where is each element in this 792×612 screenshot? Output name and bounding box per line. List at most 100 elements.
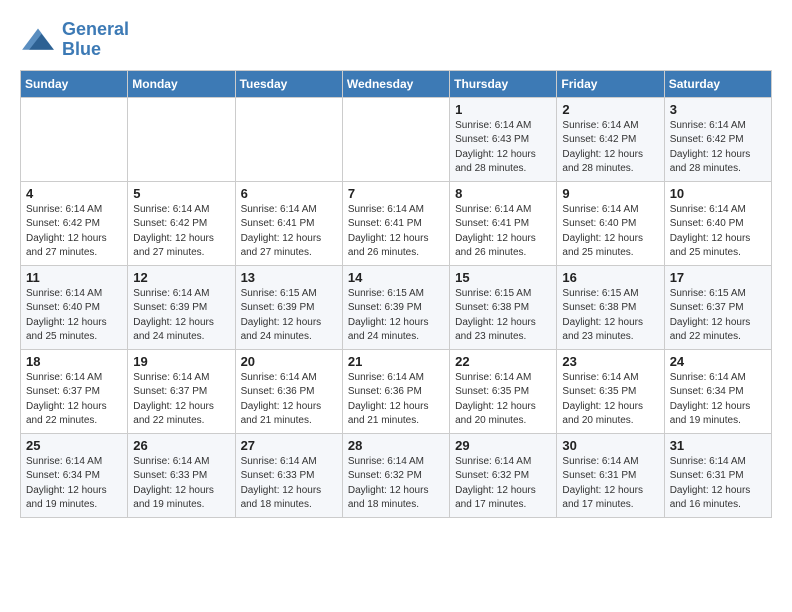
calendar-cell: 25 Sunrise: 6:14 AMSunset: 6:34 PMDayligh…: [21, 433, 128, 517]
day-number: 26: [133, 438, 229, 453]
day-info: Sunrise: 6:15 AMSunset: 6:37 PMDaylight:…: [670, 287, 766, 345]
calendar-cell: 19Sunrise: 6:14 AMSunset: 6:37 PMDayligh…: [128, 349, 235, 433]
calendar-cell: 21 Sunrise: 6:14 AMSunset: 6:36 PMDayligh…: [342, 349, 449, 433]
day-info: Sunrise: 6:15 AMSunset: 6:38 PMDaylight:…: [562, 287, 658, 345]
day-number: 31: [670, 438, 766, 453]
day-info: Sunrise: 6:14 AMSunset: 6:40 PMDaylight:…: [562, 203, 658, 261]
day-number: 27: [241, 438, 337, 453]
calendar-cell: [21, 97, 128, 181]
day-number: 9: [562, 186, 658, 201]
calendar-cell: 6 Sunrise: 6:14 AMSunset: 6:41 PMDaylight…: [235, 181, 342, 265]
day-info: Sunrise: 6:14 AMSunset: 6:31 PMDaylight:…: [670, 455, 766, 513]
col-header-saturday: Saturday: [664, 70, 771, 97]
day-number: 15: [455, 270, 551, 285]
calendar-cell: 31 Sunrise: 6:14 AMSunset: 6:31 PMDayligh…: [664, 433, 771, 517]
logo-text: General Blue: [62, 20, 129, 60]
col-header-sunday: Sunday: [21, 70, 128, 97]
calendar-cell: 15 Sunrise: 6:15 AMSunset: 6:38 PMDayligh…: [450, 265, 557, 349]
calendar-cell: 13 Sunrise: 6:15 AMSunset: 6:39 PMDayligh…: [235, 265, 342, 349]
day-info: Sunrise: 6:14 AMSunset: 6:33 PMDaylight:…: [241, 455, 337, 513]
day-number: 30: [562, 438, 658, 453]
day-number: 17: [670, 270, 766, 285]
calendar-cell: 12 Sunrise: 6:14 AMSunset: 6:39 PMDayligh…: [128, 265, 235, 349]
day-number: 24: [670, 354, 766, 369]
week-row-2: 4 Sunrise: 6:14 AMSunset: 6:42 PMDaylight…: [21, 181, 772, 265]
day-info: Sunrise: 6:14 AMSunset: 6:41 PMDaylight:…: [241, 203, 337, 261]
calendar-cell: [342, 97, 449, 181]
day-info: Sunrise: 6:14 AMSunset: 6:32 PMDaylight:…: [455, 455, 551, 513]
day-info: Sunrise: 6:14 AMSunset: 6:33 PMDaylight:…: [133, 455, 229, 513]
day-info: Sunrise: 6:14 AMSunset: 6:40 PMDaylight:…: [670, 203, 766, 261]
day-number: 1: [455, 102, 551, 117]
calendar-cell: 20Sunrise: 6:14 AMSunset: 6:36 PMDayligh…: [235, 349, 342, 433]
calendar-cell: 28 Sunrise: 6:14 AMSunset: 6:32 PMDayligh…: [342, 433, 449, 517]
calendar-cell: 17 Sunrise: 6:15 AMSunset: 6:37 PMDayligh…: [664, 265, 771, 349]
day-info: Sunrise: 6:15 AMSunset: 6:39 PMDaylight:…: [348, 287, 444, 345]
day-number: 10: [670, 186, 766, 201]
day-info: Sunrise: 6:14 AMSunset: 6:42 PMDaylight:…: [670, 119, 766, 177]
calendar-cell: [128, 97, 235, 181]
calendar-cell: 1 Sunrise: 6:14 AMSunset: 6:43 PMDaylight…: [450, 97, 557, 181]
calendar-cell: 5 Sunrise: 6:14 AMSunset: 6:42 PMDaylight…: [128, 181, 235, 265]
day-number: 13: [241, 270, 337, 285]
day-info: Sunrise: 6:14 AMSunset: 6:32 PMDaylight:…: [348, 455, 444, 513]
calendar-cell: 8 Sunrise: 6:14 AMSunset: 6:41 PMDaylight…: [450, 181, 557, 265]
calendar-cell: 24 Sunrise: 6:14 AMSunset: 6:34 PMDayligh…: [664, 349, 771, 433]
calendar-cell: 16 Sunrise: 6:15 AMSunset: 6:38 PMDayligh…: [557, 265, 664, 349]
calendar-cell: 27 Sunrise: 6:14 AMSunset: 6:33 PMDayligh…: [235, 433, 342, 517]
day-info: Sunrise: 6:14 AMSunset: 6:42 PMDaylight:…: [133, 203, 229, 261]
day-info: Sunrise: 6:14 AMSunset: 6:31 PMDaylight:…: [562, 455, 658, 513]
day-info: Sunrise: 6:14 AMSunset: 6:37 PMDaylight:…: [133, 371, 229, 429]
day-number: 11: [26, 270, 122, 285]
calendar-cell: 3 Sunrise: 6:14 AMSunset: 6:42 PMDaylight…: [664, 97, 771, 181]
calendar-cell: [235, 97, 342, 181]
day-info: Sunrise: 6:14 AMSunset: 6:36 PMDaylight:…: [241, 371, 337, 429]
calendar-cell: 9 Sunrise: 6:14 AMSunset: 6:40 PMDaylight…: [557, 181, 664, 265]
day-number: 3: [670, 102, 766, 117]
logo-icon: [20, 25, 56, 55]
col-header-wednesday: Wednesday: [342, 70, 449, 97]
day-info: Sunrise: 6:14 AMSunset: 6:37 PMDaylight:…: [26, 371, 122, 429]
day-info: Sunrise: 6:14 AMSunset: 6:42 PMDaylight:…: [26, 203, 122, 261]
week-row-4: 18 Sunrise: 6:14 AMSunset: 6:37 PMDayligh…: [21, 349, 772, 433]
day-number: 25: [26, 438, 122, 453]
col-header-monday: Monday: [128, 70, 235, 97]
day-info: Sunrise: 6:14 AMSunset: 6:43 PMDaylight:…: [455, 119, 551, 177]
calendar-cell: 10 Sunrise: 6:14 AMSunset: 6:40 PMDayligh…: [664, 181, 771, 265]
day-info: Sunrise: 6:15 AMSunset: 6:38 PMDaylight:…: [455, 287, 551, 345]
calendar-cell: 29Sunrise: 6:14 AMSunset: 6:32 PMDayligh…: [450, 433, 557, 517]
day-number: 12: [133, 270, 229, 285]
day-number: 8: [455, 186, 551, 201]
day-number: 4: [26, 186, 122, 201]
page-header: General Blue: [20, 20, 772, 60]
calendar-cell: 11 Sunrise: 6:14 AMSunset: 6:40 PMDayligh…: [21, 265, 128, 349]
day-info: Sunrise: 6:14 AMSunset: 6:40 PMDaylight:…: [26, 287, 122, 345]
col-header-tuesday: Tuesday: [235, 70, 342, 97]
col-header-thursday: Thursday: [450, 70, 557, 97]
day-info: Sunrise: 6:14 AMSunset: 6:41 PMDaylight:…: [455, 203, 551, 261]
day-info: Sunrise: 6:14 AMSunset: 6:35 PMDaylight:…: [455, 371, 551, 429]
day-number: 16: [562, 270, 658, 285]
week-row-3: 11 Sunrise: 6:14 AMSunset: 6:40 PMDayligh…: [21, 265, 772, 349]
calendar-cell: 30 Sunrise: 6:14 AMSunset: 6:31 PMDayligh…: [557, 433, 664, 517]
day-info: Sunrise: 6:14 AMSunset: 6:34 PMDaylight:…: [26, 455, 122, 513]
day-info: Sunrise: 6:14 AMSunset: 6:39 PMDaylight:…: [133, 287, 229, 345]
day-info: Sunrise: 6:14 AMSunset: 6:36 PMDaylight:…: [348, 371, 444, 429]
day-number: 5: [133, 186, 229, 201]
day-number: 28: [348, 438, 444, 453]
day-number: 2: [562, 102, 658, 117]
calendar-table: SundayMondayTuesdayWednesdayThursdayFrid…: [20, 70, 772, 518]
calendar-cell: 2 Sunrise: 6:14 AMSunset: 6:42 PMDaylight…: [557, 97, 664, 181]
calendar-cell: 4 Sunrise: 6:14 AMSunset: 6:42 PMDaylight…: [21, 181, 128, 265]
calendar-cell: 26 Sunrise: 6:14 AMSunset: 6:33 PMDayligh…: [128, 433, 235, 517]
col-header-friday: Friday: [557, 70, 664, 97]
day-info: Sunrise: 6:14 AMSunset: 6:34 PMDaylight:…: [670, 371, 766, 429]
day-info: Sunrise: 6:15 AMSunset: 6:39 PMDaylight:…: [241, 287, 337, 345]
day-info: Sunrise: 6:14 AMSunset: 6:41 PMDaylight:…: [348, 203, 444, 261]
day-number: 6: [241, 186, 337, 201]
calendar-cell: 14Sunrise: 6:15 AMSunset: 6:39 PMDayligh…: [342, 265, 449, 349]
day-number: 18: [26, 354, 122, 369]
week-row-5: 25 Sunrise: 6:14 AMSunset: 6:34 PMDayligh…: [21, 433, 772, 517]
day-info: Sunrise: 6:14 AMSunset: 6:42 PMDaylight:…: [562, 119, 658, 177]
day-number: 21: [348, 354, 444, 369]
